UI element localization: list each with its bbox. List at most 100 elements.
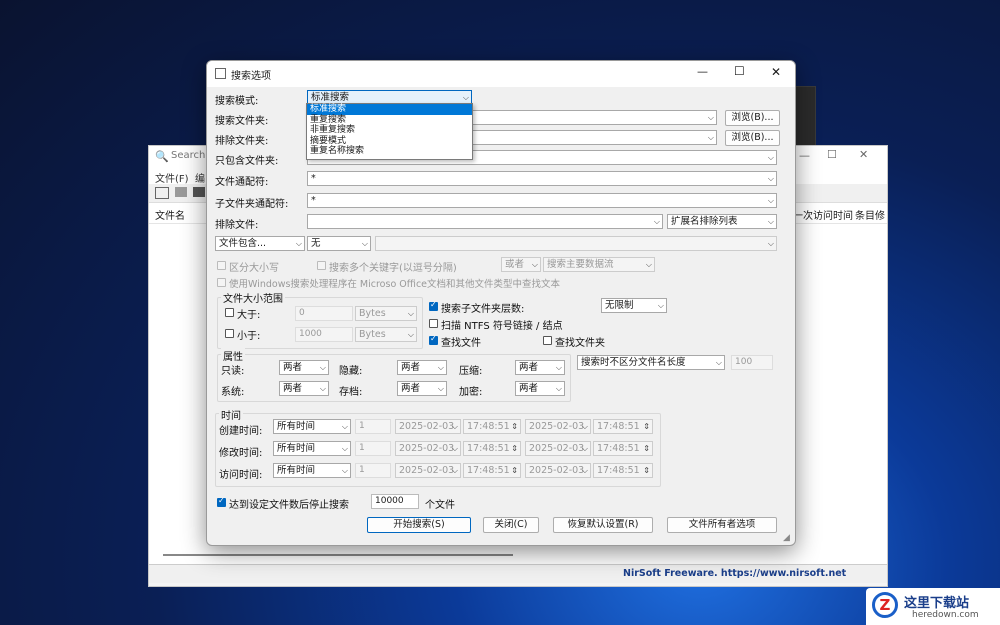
resize-grip-icon[interactable]: ◢: [783, 533, 790, 543]
less-than-input[interactable]: 1000: [295, 327, 353, 342]
dialog-minimize-button[interactable]: —: [697, 65, 708, 78]
main-stream-select[interactable]: 搜索主要数据流 ⌵: [543, 257, 655, 272]
accessed-to-time[interactable]: 17:48:51 ⇕: [593, 463, 653, 478]
content-mode-select[interactable]: 无 ⌵: [307, 236, 371, 251]
compressed-select[interactable]: 两者 ⌵: [515, 360, 565, 375]
search-mode-option[interactable]: 标准搜索: [307, 104, 472, 115]
greater-than-checkbox[interactable]: [225, 308, 234, 317]
status-bar: NirSoft Freeware. https://www.nirsoft.ne…: [149, 564, 887, 583]
accessed-from-time[interactable]: 17:48:51 ⇕: [463, 463, 521, 478]
greater-unit-select[interactable]: Bytes ⌵: [355, 306, 417, 321]
search-options-dialog: 搜索选项 — ☐ ✕ 搜索模式: 标准搜索 ⌵ 搜索文件夹: ⌵ 浏览(B)..…: [206, 60, 796, 546]
modified-to-time[interactable]: 17:48:51 ⇕: [593, 441, 653, 456]
compressed-label: 压缩:: [459, 366, 483, 377]
column-last-access[interactable]: 一次访问时间: [793, 207, 853, 222]
less-unit-select[interactable]: Bytes ⌵: [355, 327, 417, 342]
modified-time-select[interactable]: 所有时间 ⌵: [273, 441, 351, 456]
name-length-input[interactable]: 100: [731, 355, 773, 370]
file-wildcard-select[interactable]: * ⌵: [307, 171, 777, 186]
modified-time-label: 修改时间:: [219, 448, 263, 459]
menu-file[interactable]: 文件(F): [155, 170, 189, 185]
windows-search-checkbox[interactable]: [217, 278, 226, 287]
created-from-time[interactable]: 17:48:51 ⇕: [463, 419, 521, 434]
browse-search-folder-button[interactable]: 浏览(B)...: [725, 110, 780, 126]
chevron-down-icon: ⌵: [767, 196, 774, 205]
multi-keyword-checkbox[interactable]: [317, 261, 326, 270]
modified-time-value: 所有时间: [277, 443, 316, 454]
name-length-value: 搜索时不区分文件名长度: [581, 357, 686, 368]
encrypted-select[interactable]: 两者 ⌵: [515, 381, 565, 396]
spinner-icon[interactable]: ⇕: [643, 442, 650, 455]
column-filename[interactable]: 文件名: [155, 207, 185, 222]
dialog-maximize-button[interactable]: ☐: [734, 64, 745, 78]
bg-minimize-button[interactable]: —: [799, 149, 810, 162]
greater-than-input[interactable]: 0: [295, 306, 353, 321]
search-mode-option[interactable]: 摘要模式: [307, 136, 472, 147]
toolbar-save-icon[interactable]: [193, 187, 205, 197]
file-contains-select[interactable]: 文件包含... ⌵: [215, 236, 305, 251]
ext-exclude-select[interactable]: 扩展名排除列表 ⌵: [667, 214, 777, 229]
hidden-select[interactable]: 两者 ⌵: [397, 360, 447, 375]
archive-select[interactable]: 两者 ⌵: [397, 381, 447, 396]
hidden-label: 隐藏:: [339, 366, 363, 377]
created-to-date-value: 2025-02-03: [529, 421, 585, 432]
dialog-close-button[interactable]: ✕: [771, 65, 781, 79]
chevron-down-icon: ⌵: [295, 239, 302, 248]
spinner-icon[interactable]: ⇕: [643, 464, 650, 477]
accessed-from-date[interactable]: 2025-02-03 ⌵: [395, 463, 461, 478]
case-sensitive-label: 区分大小写: [229, 263, 279, 274]
spinner-icon[interactable]: ⇕: [643, 420, 650, 433]
reset-defaults-button[interactable]: 恢复默认设置(R): [553, 517, 653, 533]
created-to-time[interactable]: 17:48:51 ⇕: [593, 419, 653, 434]
spinner-icon[interactable]: ⇕: [511, 420, 518, 433]
bg-maximize-button[interactable]: ☐: [827, 148, 837, 161]
find-files-checkbox[interactable]: [429, 334, 438, 345]
file-owner-button[interactable]: 文件所有者选项: [667, 517, 777, 533]
subfolder-depth-checkbox[interactable]: [429, 300, 438, 311]
created-to-date[interactable]: 2025-02-03 ⌵: [525, 419, 591, 434]
toolbar-folder-icon[interactable]: [175, 187, 187, 197]
stop-after-checkbox[interactable]: [217, 496, 226, 507]
created-time-select[interactable]: 所有时间 ⌵: [273, 419, 351, 434]
stop-after-input[interactable]: 10000: [371, 494, 419, 509]
exclude-files-select[interactable]: ⌵: [307, 214, 663, 229]
browse-exclude-folder-button[interactable]: 浏览(B)...: [725, 130, 780, 146]
search-mode-dropdown[interactable]: 标准搜索 重复搜索 非重复搜索 摘要模式 重复名称搜索: [306, 103, 473, 160]
close-button[interactable]: 关闭(C): [483, 517, 539, 533]
start-search-button[interactable]: 开始搜索(S): [367, 517, 471, 533]
readonly-select[interactable]: 两者 ⌵: [279, 360, 329, 375]
modified-count-input[interactable]: 1: [355, 441, 391, 456]
system-select[interactable]: 两者 ⌵: [279, 381, 329, 396]
created-from-date[interactable]: 2025-02-03 ⌵: [395, 419, 461, 434]
subfolder-depth-label: 搜索子文件夹层数:: [441, 304, 525, 315]
spinner-icon[interactable]: ⇕: [511, 464, 518, 477]
spinner-icon[interactable]: ⇕: [511, 442, 518, 455]
modified-from-date[interactable]: 2025-02-03 ⌵: [395, 441, 461, 456]
subfolder-wildcard-select[interactable]: * ⌵: [307, 193, 777, 208]
accessed-count-input[interactable]: 1: [355, 463, 391, 478]
content-text-select[interactable]: ⌵: [375, 236, 777, 251]
column-entries[interactable]: 条目修: [855, 207, 885, 222]
accessed-to-date[interactable]: 2025-02-03 ⌵: [525, 463, 591, 478]
toolbar-properties-icon[interactable]: [155, 187, 169, 199]
name-length-select[interactable]: 搜索时不区分文件名长度 ⌵: [577, 355, 725, 370]
system-label: 系统:: [221, 387, 245, 398]
search-mode-option[interactable]: 非重复搜索: [307, 125, 472, 136]
menu-edit[interactable]: 编: [195, 170, 205, 185]
modified-to-date[interactable]: 2025-02-03 ⌵: [525, 441, 591, 456]
case-sensitive-checkbox[interactable]: [217, 261, 226, 270]
ntfs-links-checkbox[interactable]: [429, 319, 438, 328]
search-mode-option[interactable]: 重复搜索: [307, 115, 472, 126]
created-count-input[interactable]: 1: [355, 419, 391, 434]
chevron-down-icon: ⌵: [341, 466, 348, 475]
subfolder-depth-select[interactable]: 无限制 ⌵: [601, 298, 667, 313]
modified-from-time-value: 17:48:51: [467, 443, 510, 454]
search-mode-option[interactable]: 重复名称搜索: [307, 146, 472, 157]
find-folders-checkbox[interactable]: [543, 336, 552, 345]
accessed-time-select[interactable]: 所有时间 ⌵: [273, 463, 351, 478]
modified-from-time[interactable]: 17:48:51 ⇕: [463, 441, 521, 456]
horizontal-scrollbar[interactable]: [163, 554, 513, 556]
or-select[interactable]: 或者 ⌵: [501, 257, 541, 272]
bg-close-button[interactable]: ✕: [859, 148, 868, 161]
less-than-checkbox[interactable]: [225, 329, 234, 338]
